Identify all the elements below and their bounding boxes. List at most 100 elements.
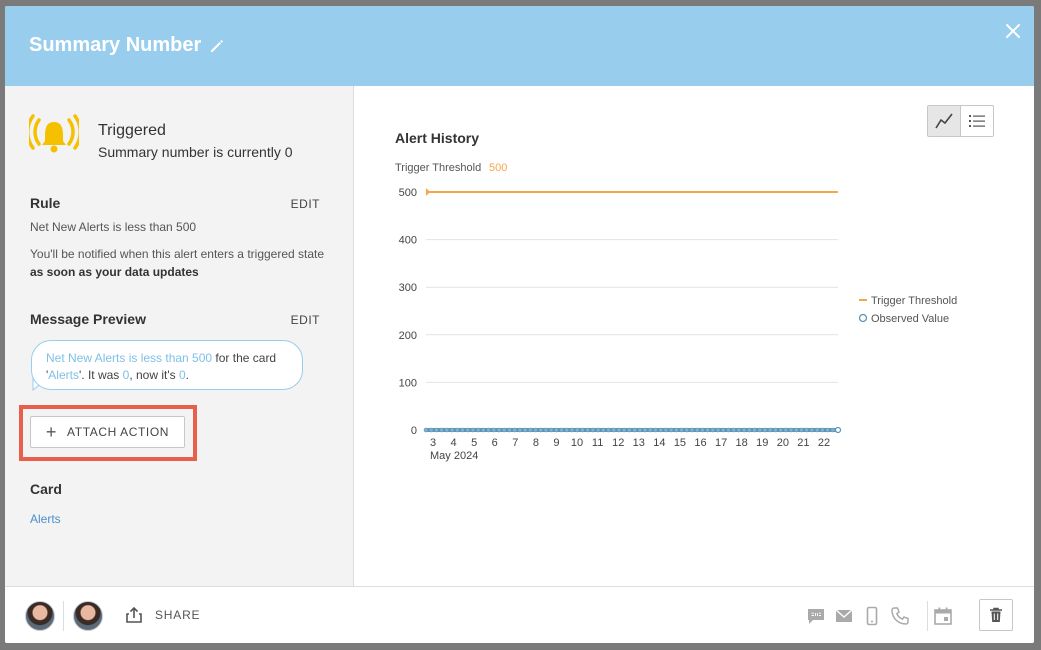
observed-point [684,427,690,433]
observed-point [710,427,716,433]
observed-point [486,427,491,433]
observed-point [533,427,538,433]
observed-point [736,427,742,433]
avatar[interactable] [73,601,103,631]
share-label: SHARE [155,608,201,622]
observed-point [543,427,549,433]
mobile-phone-icon[interactable] [862,606,882,626]
x-tick-label: 9 [553,437,559,449]
observed-point [616,427,622,433]
attach-action-button[interactable]: + ATTACH ACTION [30,416,185,448]
observed-point [658,427,663,433]
plus-icon: + [45,422,58,442]
observed-point [621,427,627,433]
email-icon[interactable] [834,606,854,626]
y-tick-label: 200 [399,330,417,342]
share-button[interactable]: SHARE [125,606,200,624]
share-icon [126,606,142,623]
observed-point [757,427,763,433]
observed-point [444,427,450,433]
modal-title-text: Summary Number [29,34,202,56]
observed-point [637,427,643,433]
calendar-icon[interactable] [933,606,953,626]
observed-point [460,427,465,433]
message-card-highlight: Alerts [48,368,79,382]
observed-point [726,427,731,433]
observed-point [804,427,810,433]
x-tick-label: 21 [797,437,809,449]
x-tick-label: 4 [451,437,457,449]
y-tick-label: 500 [399,187,417,199]
observed-point [809,427,815,433]
alarm-bell-icon [29,114,79,153]
message-rule-highlight: Net New Alerts is less than 500 [46,351,213,365]
legend-threshold-label: Trigger Threshold [871,295,957,307]
observed-point [741,427,747,433]
observed-point [679,427,684,433]
observed-point [799,427,804,433]
close-icon[interactable] [1004,22,1022,40]
y-tick-label: 0 [411,425,417,437]
observed-point [720,427,726,433]
divider [63,601,64,631]
observed-point [454,427,460,433]
modal-header: Summary Number [5,6,1034,86]
alert-modal: Summary Number Triggered Summary number … [5,6,1034,643]
observed-point [663,427,669,433]
observed-point [590,427,596,433]
observed-point [731,427,736,433]
rule-note: You'll be notified when this alert enter… [30,245,330,281]
observed-point [574,427,580,433]
observed-point [767,427,773,433]
threshold-label: Trigger Threshold [395,162,481,174]
observed-point [439,427,444,433]
observed-point [559,427,564,433]
observed-point [491,427,497,433]
sms-icon[interactable] [806,606,826,626]
x-tick-label: 3 [430,437,436,449]
chart-panel: Alert History Trigger Threshold 500 0 100… [354,86,1034,586]
legend-observed-swatch [858,313,868,323]
x-tick-label: 5 [471,437,477,449]
divider [927,601,928,631]
message-edit-button[interactable]: EDIT [291,313,320,327]
phone-call-icon[interactable] [890,606,910,626]
observed-point [580,427,585,433]
observed-point [611,427,617,433]
rule-note-bold: as soon as your data updates [30,265,199,279]
observed-point [825,427,830,433]
observed-point [428,427,434,433]
observed-point [689,427,695,433]
observed-point [470,427,476,433]
observed-point [449,427,455,433]
avatar[interactable] [25,601,55,631]
rule-text: Net New Alerts is less than 500 [30,220,197,234]
modal-title: Summary Number [29,34,225,57]
rule-edit-button[interactable]: EDIT [291,197,320,211]
pencil-icon[interactable] [209,38,225,54]
card-link[interactable]: Alerts [30,512,61,526]
x-sublabel: May 2024 [430,450,478,462]
observed-point [778,427,783,433]
legend-observed-label: Observed Value [871,313,949,325]
observed-point [830,427,836,433]
observed-point [773,427,778,433]
trash-icon [990,607,1002,622]
x-tick-label: 17 [715,437,727,449]
delete-button[interactable] [979,599,1013,631]
x-tick-label: 22 [818,437,830,449]
observed-point [788,427,794,433]
x-tick-label: 8 [533,437,539,449]
observed-point [423,427,429,433]
rule-note-text: You'll be notified when this alert enter… [30,247,325,261]
threshold-value: 500 [489,162,507,174]
observed-point [668,427,674,433]
x-tick-label: 13 [633,437,645,449]
x-tick-label: 20 [777,437,789,449]
x-tick-label: 16 [694,437,706,449]
observed-point [647,427,653,433]
observed-point [715,427,721,433]
observed-point [501,427,507,433]
message-preview-bubble: Net New Alerts is less than 500 for the … [31,340,303,390]
observed-point [585,427,590,433]
